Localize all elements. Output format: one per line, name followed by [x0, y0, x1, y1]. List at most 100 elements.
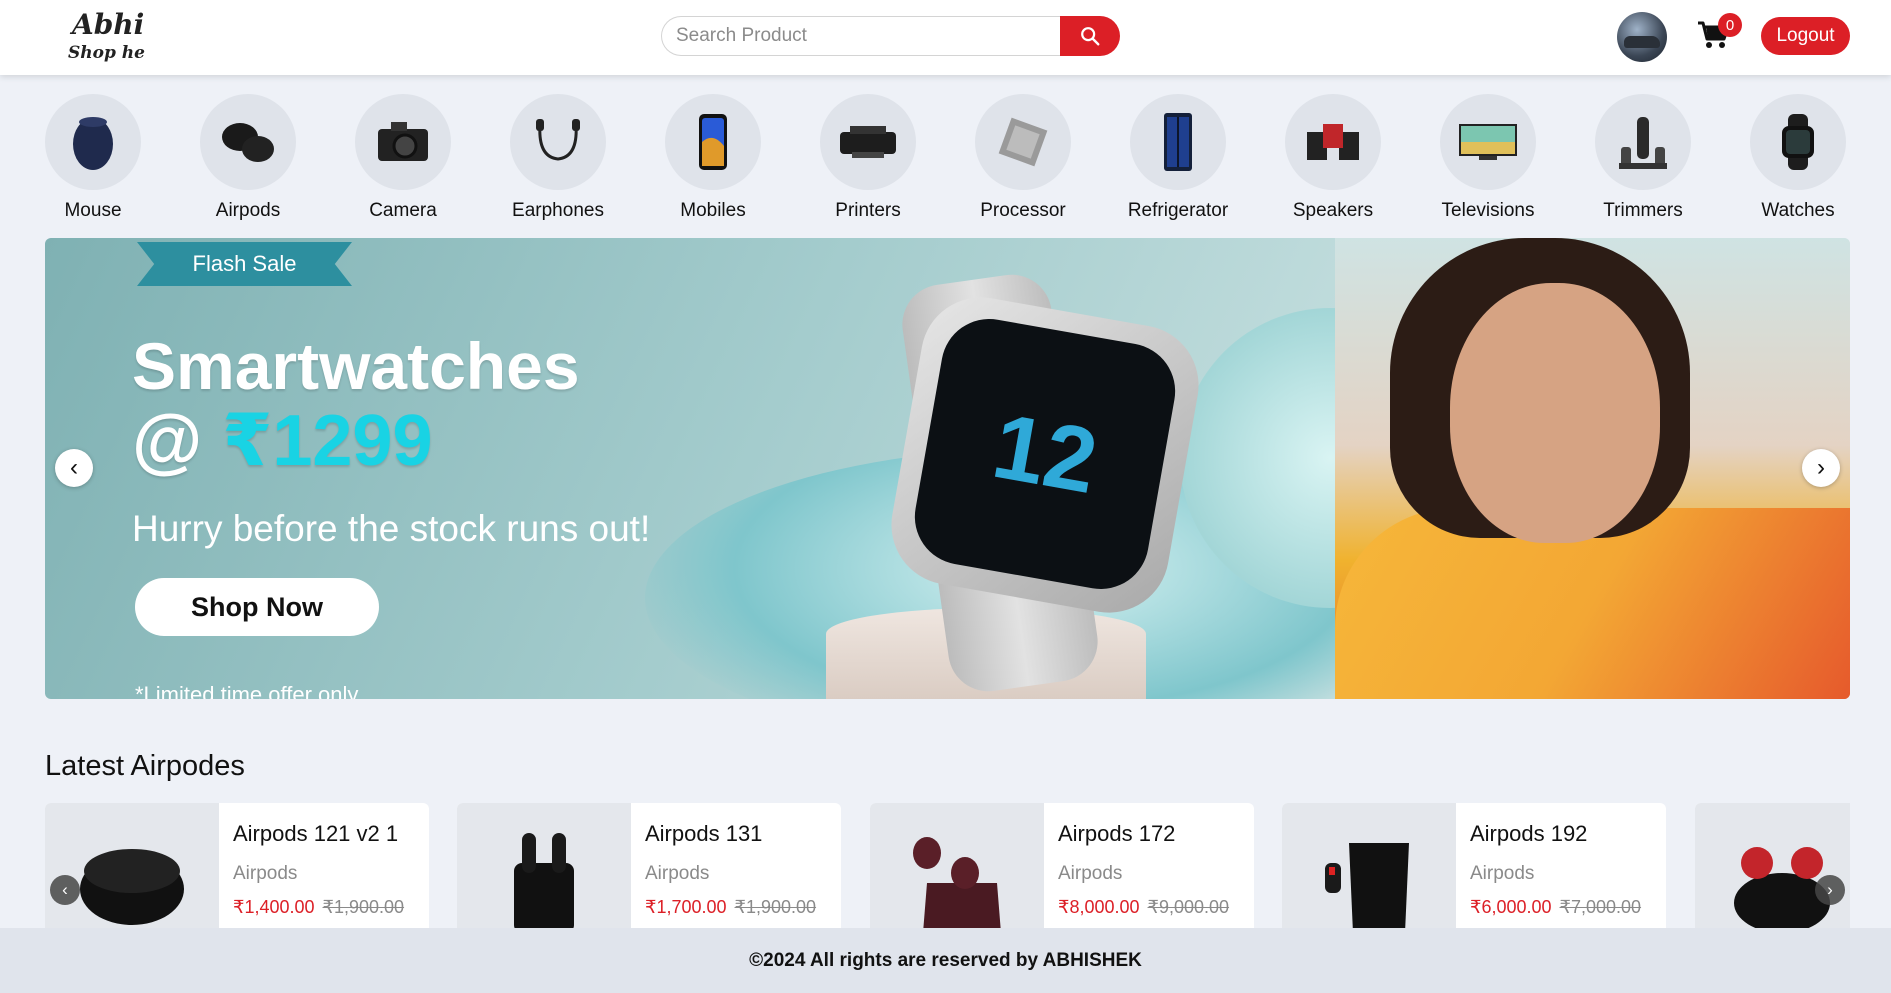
section-title: Latest Airpodes	[45, 750, 245, 782]
product-card[interactable]: Airpods 131 Airpods ₹1,700.00 ₹1,900.00	[457, 803, 841, 928]
category-printers[interactable]: Printers	[803, 94, 933, 222]
airpods-case-icon	[80, 849, 184, 925]
model-face-graphic	[1450, 283, 1660, 543]
speaker-icon	[1307, 124, 1359, 160]
chevron-right-icon: ›	[1817, 454, 1825, 481]
product-image	[45, 803, 219, 928]
product-category: Airpods	[645, 863, 710, 884]
category-watches[interactable]: Watches	[1733, 94, 1863, 222]
shop-now-button[interactable]: Shop Now	[135, 578, 379, 636]
category-mouse[interactable]: Mouse	[28, 94, 158, 222]
trimmer-icon	[1619, 117, 1667, 169]
category-label: Watches	[1761, 200, 1835, 221]
product-price: ₹8,000.00	[1058, 897, 1140, 917]
product-card[interactable]: Airpods 121 v2 1 Airpods ₹1,400.00 ₹1,900…	[45, 803, 429, 928]
product-image	[457, 803, 631, 928]
header: Abhi Shop here 0 Logout	[0, 0, 1891, 75]
earphones-icon	[536, 119, 580, 161]
footer: ©2024 All rights are reserved by ABHISHE…	[0, 928, 1891, 993]
product-prices: ₹6,000.00 ₹7,000.00	[1470, 897, 1641, 918]
search-button[interactable]	[1060, 16, 1120, 56]
category-label: Televisions	[1441, 200, 1535, 221]
product-image	[1282, 803, 1456, 928]
category-televisions[interactable]: Televisions	[1423, 94, 1553, 222]
product-card[interactable]	[1695, 803, 1850, 928]
cart-count-badge: 0	[1718, 13, 1742, 37]
category-label: Camera	[369, 200, 437, 221]
product-old-price: ₹1,900.00	[322, 897, 405, 917]
product-card[interactable]: Airpods 192 Airpods ₹6,000.00 ₹7,000.00	[1282, 803, 1666, 928]
category-label: Printers	[835, 200, 901, 221]
category-label: Mouse	[64, 200, 122, 221]
carousel-prev-button[interactable]: ‹	[50, 875, 80, 905]
product-card[interactable]: Airpods 172 Airpods ₹8,000.00 ₹9,000.00	[870, 803, 1254, 928]
product-category: Airpods	[1470, 863, 1535, 884]
product-prices: ₹1,700.00 ₹1,900.00	[645, 897, 816, 918]
product-price: ₹1,400.00	[233, 897, 315, 917]
category-trimmers[interactable]: Trimmers	[1578, 94, 1708, 222]
category-label: Trimmers	[1603, 200, 1683, 221]
product-old-price: ₹1,900.00	[734, 897, 817, 917]
mouse-icon	[73, 117, 113, 170]
watch-icon	[1782, 114, 1814, 170]
product-price: ₹6,000.00	[1470, 897, 1552, 917]
logo-mark: Abhi Shop here	[68, 8, 165, 63]
watch-face-graphic: 12	[907, 311, 1183, 597]
banner-note: *Limited time offer only	[135, 682, 359, 699]
logo[interactable]: Abhi Shop here	[66, 6, 165, 66]
product-category: Airpods	[233, 863, 298, 884]
banner-price-prefix: @	[132, 401, 203, 481]
category-label: Speakers	[1292, 200, 1374, 221]
category-camera[interactable]: Camera	[338, 94, 468, 222]
flash-sale-tag: Flash Sale	[137, 242, 352, 286]
banner-price-value: ₹1299	[222, 401, 433, 481]
banner-title: Smartwatches	[132, 329, 580, 403]
category-airpods[interactable]: Airpods	[183, 94, 313, 222]
category-label: Processor	[980, 200, 1066, 221]
category-refrigerator[interactable]: Refrigerator	[1113, 94, 1243, 222]
refrigerator-icon	[1164, 113, 1192, 171]
category-mobiles[interactable]: Mobiles	[648, 94, 778, 222]
banner-next-button[interactable]: ›	[1802, 449, 1840, 487]
product-category: Airpods	[1058, 863, 1123, 884]
product-price: ₹1,700.00	[645, 897, 727, 917]
product-prices: ₹8,000.00 ₹9,000.00	[1058, 897, 1229, 918]
avatar-car-graphic	[1624, 36, 1660, 48]
search-icon	[1081, 27, 1100, 46]
category-list: Mouse Airpods Camera Earphones Mobiles P…	[45, 94, 1851, 222]
airpods-case-icon	[913, 837, 1001, 928]
airpods-case-icon	[1734, 847, 1830, 928]
search-bar	[661, 16, 1120, 56]
product-old-price: ₹9,000.00	[1147, 897, 1230, 917]
category-speakers[interactable]: Speakers	[1268, 94, 1398, 222]
footer-text: ©2024 All rights are reserved by ABHISHE…	[749, 949, 1142, 971]
airpods-icon	[222, 123, 274, 162]
product-prices: ₹1,400.00 ₹1,900.00	[233, 897, 404, 918]
product-name: Airpods 121 v2 1	[233, 821, 399, 846]
watch-face-number: 12	[985, 394, 1105, 513]
category-label: Refrigerator	[1127, 200, 1229, 221]
banner-prev-button[interactable]: ‹	[55, 449, 93, 487]
processor-icon	[998, 117, 1048, 167]
camera-icon	[378, 122, 428, 161]
category-label: Earphones	[512, 200, 604, 221]
category-earphones[interactable]: Earphones	[493, 94, 623, 222]
category-processor[interactable]: Processor	[958, 94, 1088, 222]
avatar[interactable]	[1617, 12, 1667, 62]
carousel-next-button[interactable]: ›	[1815, 875, 1845, 905]
category-label: Mobiles	[680, 200, 746, 221]
logout-button[interactable]: Logout	[1761, 17, 1850, 55]
search-input[interactable]	[661, 16, 1060, 56]
printer-icon	[840, 126, 896, 158]
chevron-left-icon: ‹	[62, 880, 68, 899]
television-icon	[1459, 124, 1517, 160]
banner-subtitle: Hurry before the stock runs out!	[132, 508, 651, 549]
product-old-price: ₹7,000.00	[1559, 897, 1642, 917]
chevron-right-icon: ›	[1827, 880, 1833, 899]
category-label: Airpods	[215, 200, 281, 221]
airpods-case-icon	[514, 833, 574, 928]
product-carousel: Airpods 121 v2 1 Airpods ₹1,400.00 ₹1,900…	[45, 803, 1850, 928]
product-name: Airpods 172	[1058, 821, 1176, 846]
product-name: Airpods 192	[1470, 821, 1588, 846]
product-name: Airpods 131	[645, 821, 763, 846]
